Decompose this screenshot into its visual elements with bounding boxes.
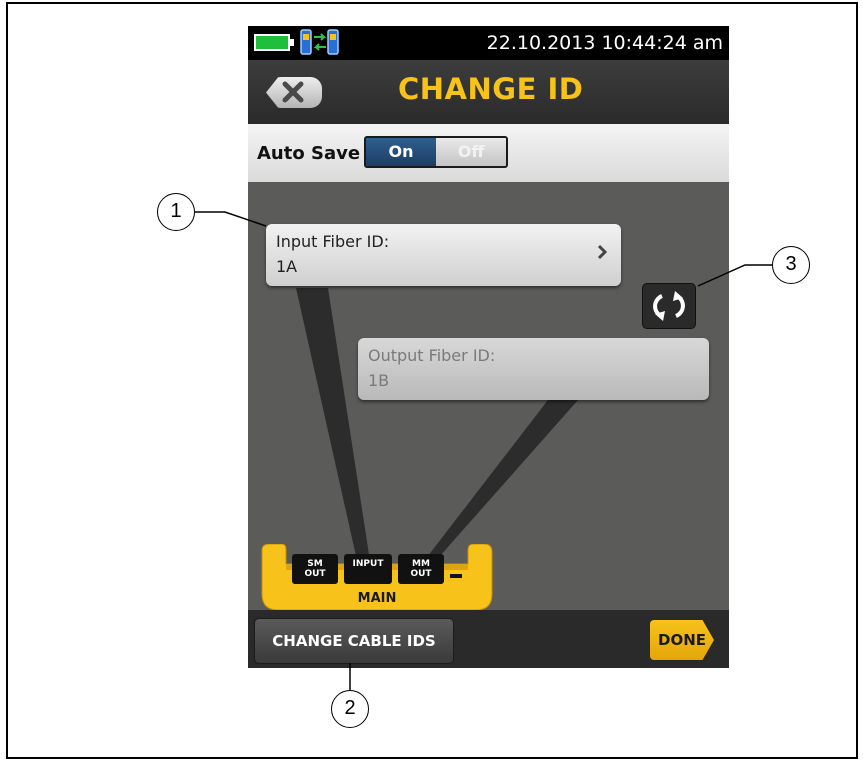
callout-leader-lines	[195, 211, 772, 690]
callout-2: 2	[331, 690, 369, 728]
callout-3: 3	[772, 246, 810, 284]
callout-1: 1	[157, 193, 195, 231]
